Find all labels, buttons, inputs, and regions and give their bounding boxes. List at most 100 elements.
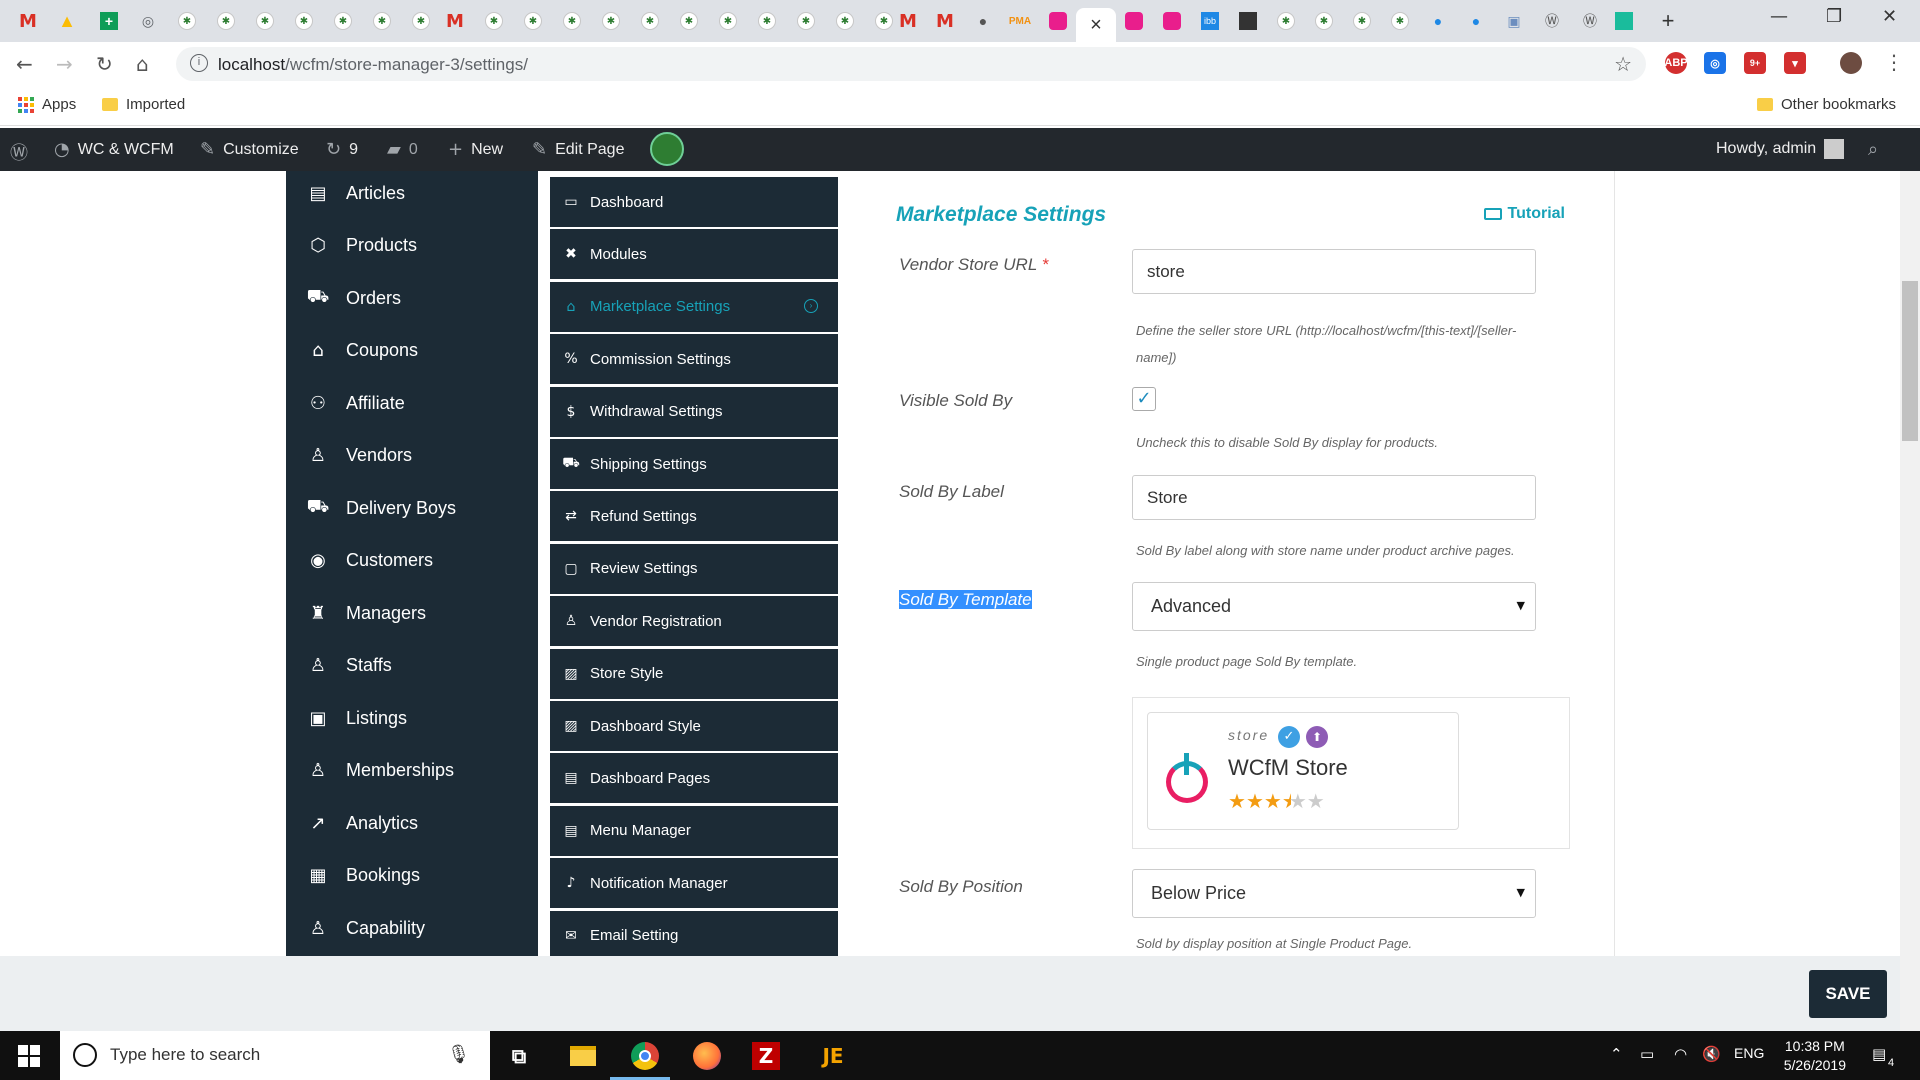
main-menu-item[interactable]: ▦ Bookings [306,861,420,891]
tab-site[interactable]: ✱ [1388,9,1412,33]
tab-site[interactable]: ✱ [755,9,779,33]
tab-pma[interactable]: PMA [1008,9,1032,33]
site-info-icon[interactable]: i [190,54,208,72]
file-explorer-icon[interactable] [566,1039,600,1073]
sold-by-template-select[interactable]: Advanced ▼ [1132,582,1536,631]
wcfm-adminbar-button[interactable] [650,132,684,166]
tab-gmail[interactable]: M [896,9,920,33]
wordpress-logo-button[interactable]: Ⓦ [10,139,28,165]
main-menu-item[interactable]: ⚇ Affiliate [306,388,405,418]
tab-globe[interactable]: ● [1464,9,1488,33]
maximize-button[interactable]: ❐ [1826,6,1842,27]
tab-site[interactable]: ✱ [872,9,896,33]
tab-ibb[interactable]: ibb [1198,9,1222,33]
url-bar[interactable]: i localhost/wcfm/store-manager-3/setting… [176,47,1646,81]
sold-by-position-select[interactable]: Below Price ▼ [1132,869,1536,918]
vendor-store-url-input[interactable]: store [1132,249,1536,294]
tab-site[interactable]: ✱ [560,9,584,33]
tab-site[interactable]: ✱ [1274,9,1298,33]
jetbrains-icon[interactable]: JE [816,1039,850,1073]
main-menu-item[interactable]: ♙ Vendors [306,441,412,471]
tab-wcfm[interactable] [1160,9,1184,33]
adblock-extension-icon[interactable]: ABP [1664,52,1688,74]
volume-muted-icon[interactable]: 🔇 [1702,1045,1721,1063]
pocket-extension-icon[interactable]: ▾ [1784,52,1806,74]
new-tab-button[interactable]: + [1656,8,1680,33]
tab-site[interactable]: ✱ [1312,9,1336,33]
bookmark-apps[interactable]: Apps [18,96,76,113]
tab-teal[interactable] [1612,9,1636,33]
main-menu-item[interactable]: ♜ Managers [306,598,426,628]
tab-globe[interactable]: ● [971,9,995,33]
site-name-link[interactable]: ◔ WC & WCFM [54,139,174,160]
notification-extension-icon[interactable]: 9+ [1744,52,1766,74]
tab-site[interactable]: ✱ [482,9,506,33]
settings-nav-item[interactable]: ✉ Email Setting [550,910,838,956]
settings-nav-item[interactable]: ▨ Dashboard Style [550,701,838,751]
main-menu-item[interactable]: ◉ Customers [306,546,433,576]
tab-globe[interactable]: ● [1426,9,1450,33]
tab-site[interactable]: ◎ [136,9,160,33]
tab-gmail[interactable]: M [443,9,467,33]
microphone-icon[interactable]: 🎙 [447,1044,470,1065]
main-menu-item[interactable]: ▤ Articles [306,178,405,208]
settings-nav-item[interactable]: ▤ Dashboard Pages [550,753,838,804]
tab-site[interactable]: ✱ [599,9,623,33]
tab-site[interactable]: ✱ [1350,9,1374,33]
tray-expand-icon[interactable]: ⌃ [1610,1045,1623,1063]
reload-icon[interactable]: ↻ [96,52,113,76]
tab-site[interactable]: ✱ [175,9,199,33]
language-indicator[interactable]: ENG [1734,1045,1764,1061]
taskbar-clock[interactable]: 10:38 PM 5/26/2019 [1784,1037,1846,1075]
account-menu[interactable]: Howdy, admin [1716,139,1845,159]
close-tab-icon[interactable]: × [1090,14,1102,37]
tab-site[interactable]: ✱ [253,9,277,33]
minimize-button[interactable]: — [1770,6,1788,27]
tab-sheets[interactable]: + [97,9,121,33]
tab-site[interactable]: ✱ [214,9,238,33]
tab-site[interactable]: ✱ [794,9,818,33]
back-arrow-icon[interactable]: ← [16,52,33,76]
settings-nav-item[interactable]: ⌂ Marketplace Settings › [550,281,838,332]
firefox-icon[interactable] [690,1039,724,1073]
task-view-icon[interactable]: ⧉ [502,1039,536,1073]
tab-site[interactable]: ✱ [677,9,701,33]
lens-extension-icon[interactable]: ◎ [1704,52,1726,74]
tab-site[interactable]: ✱ [638,9,662,33]
tab-active[interactable]: × [1076,8,1116,42]
settings-nav-item[interactable]: ▨ Store Style [550,648,838,699]
battery-icon[interactable]: ▭ [1640,1045,1654,1063]
bookmark-star-icon[interactable]: ☆ [1614,52,1632,76]
edit-page-link[interactable]: ✎ Edit Page [532,139,624,160]
sold-by-label-input[interactable]: Store [1132,475,1536,520]
main-menu-item[interactable]: ♙ Memberships [306,756,454,786]
forward-arrow-icon[interactable]: → [56,52,73,76]
windows-start-button[interactable] [18,1045,40,1067]
tutorial-link[interactable]: Tutorial [1483,205,1565,223]
save-button[interactable]: SAVE [1809,970,1887,1018]
home-icon[interactable]: ⌂ [136,52,149,76]
chrome-icon[interactable] [628,1039,662,1073]
updates-link[interactable]: ↻ 9 [326,139,358,160]
tab-screen[interactable]: ▣ [1502,9,1526,33]
main-menu-item[interactable]: ▣ Listings [306,703,407,733]
main-menu-item[interactable]: ♙ Capability [306,913,425,943]
tab-gmail[interactable]: M [933,9,957,33]
settings-nav-item[interactable]: ▢ Review Settings [550,543,838,594]
tab-wordpress[interactable]: Ⓦ [1578,9,1602,33]
close-window-button[interactable]: ✕ [1882,6,1897,27]
settings-nav-item[interactable]: ▤ Menu Manager [550,805,838,856]
filezilla-icon[interactable]: Z [752,1042,780,1070]
taskbar-search[interactable]: Type here to search 🎙 [60,1031,490,1080]
settings-nav-item[interactable]: ⛟ Shipping Settings [550,439,838,489]
tab-wcfm[interactable] [1122,9,1146,33]
tab-site[interactable]: ✱ [716,9,740,33]
settings-nav-item[interactable]: ⇄ Refund Settings [550,491,838,542]
tab-wordpress[interactable]: Ⓦ [1540,9,1564,33]
settings-nav-item[interactable]: ♙ Vendor Registration [550,596,838,647]
scrollbar-thumb[interactable] [1902,281,1918,441]
chrome-menu-icon[interactable]: ⋮ [1884,50,1904,74]
wifi-icon[interactable]: ◠ [1674,1045,1687,1063]
tab-drive[interactable]: ▲ [55,9,79,33]
tab-film[interactable] [1236,9,1260,33]
